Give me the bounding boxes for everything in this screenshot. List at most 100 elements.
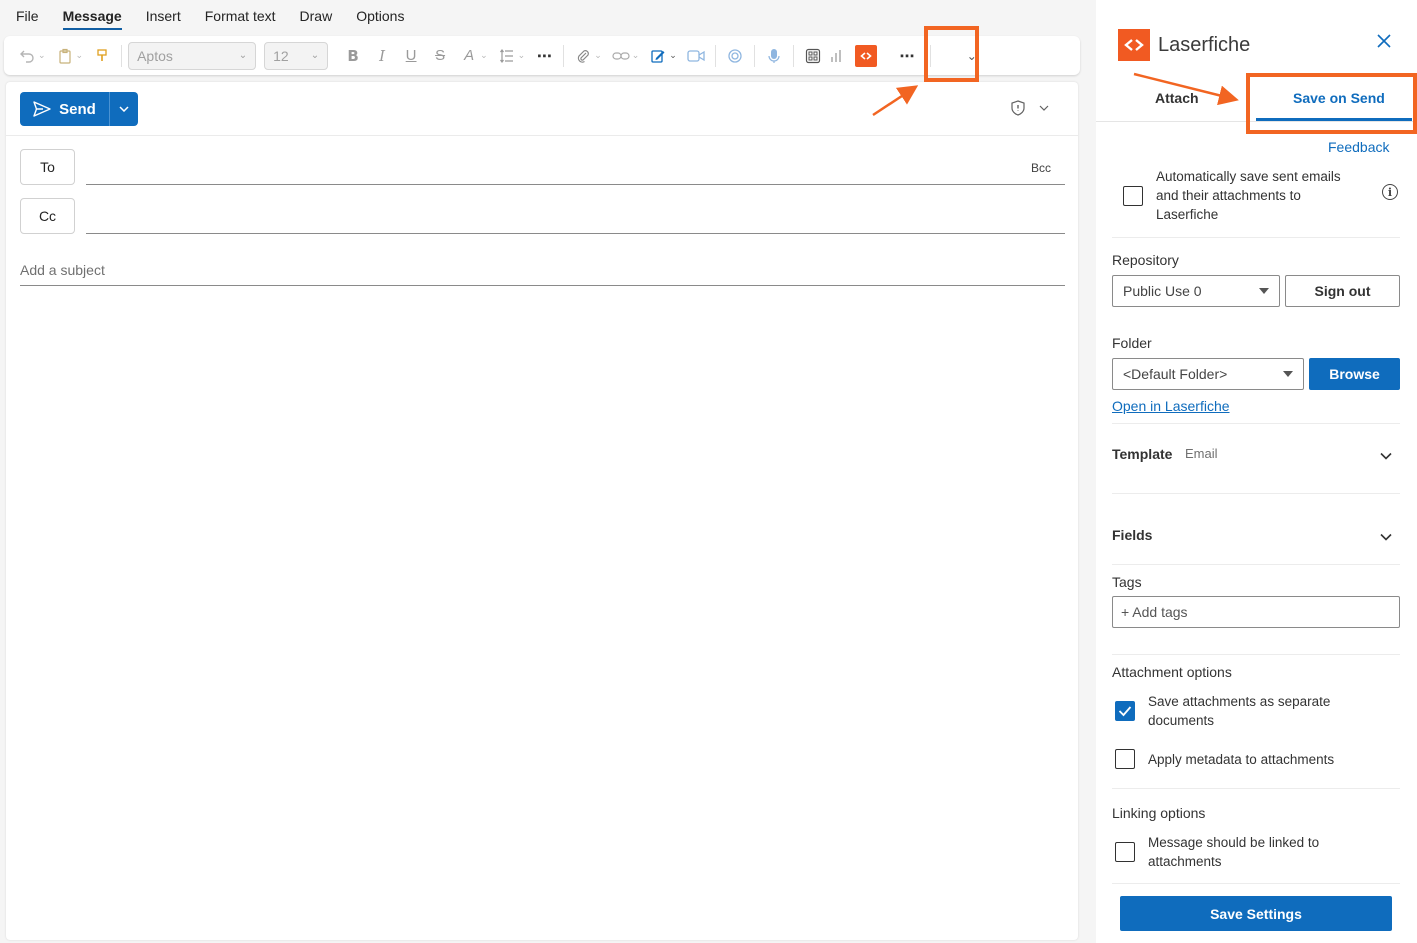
divider (1112, 654, 1400, 655)
line-spacing-icon[interactable] (494, 43, 520, 69)
font-size-select[interactable]: 12 ⌄ (264, 41, 329, 70)
laserfiche-ribbon-button[interactable] (846, 43, 886, 69)
repository-label: Repository (1112, 252, 1179, 268)
menu-insert[interactable]: Insert (146, 8, 181, 24)
tags-input[interactable]: + Add tags (1112, 596, 1400, 628)
divider (1112, 423, 1400, 424)
repository-select[interactable]: Public Use 0 (1112, 275, 1280, 307)
font-size-value: 12 (273, 47, 289, 64)
chevron-down-icon[interactable]: ⌄ (480, 50, 488, 61)
divider (753, 44, 755, 67)
menu-file[interactable]: File (16, 8, 39, 24)
link-icon[interactable] (608, 43, 634, 69)
feedback-link[interactable]: Feedback (1328, 139, 1389, 155)
save-settings-button[interactable]: Save Settings (1120, 896, 1392, 931)
italic-icon[interactable]: I (366, 43, 398, 69)
auto-save-label-line: and their attachments to (1156, 188, 1301, 203)
divider (714, 44, 716, 67)
menu-format-text[interactable]: Format text (205, 8, 276, 24)
chevron-down-icon[interactable] (1380, 533, 1392, 541)
menu-message[interactable]: Message (62, 8, 122, 30)
strikethrough-icon[interactable]: S (424, 43, 456, 69)
divider (1112, 883, 1400, 884)
chevron-down-icon[interactable]: ⌄ (76, 50, 84, 61)
highlight-box (924, 26, 979, 82)
tags-label: Tags (1112, 574, 1142, 590)
sensitivity-control[interactable] (1011, 100, 1049, 116)
send-icon (33, 101, 51, 117)
divider (121, 44, 123, 67)
chevron-down-icon[interactable]: ⌄ (632, 50, 640, 61)
apply-metadata-label: Apply metadata to attachments (1148, 752, 1335, 767)
format-painter-icon[interactable] (89, 43, 115, 69)
undo-icon[interactable] (14, 43, 40, 69)
highlight-icon[interactable]: A (456, 43, 482, 69)
close-icon[interactable] (1376, 33, 1392, 49)
tags-placeholder: + Add tags (1121, 604, 1188, 620)
chevron-down-icon[interactable]: ⌄ (594, 50, 602, 61)
to-button[interactable]: To (20, 149, 75, 185)
template-value: Email (1185, 446, 1218, 461)
sign-out-button[interactable]: Sign out (1285, 275, 1400, 307)
attachment-options-label: Attachment options (1112, 664, 1232, 680)
divider (1112, 237, 1400, 238)
linked-label-line: attachments (1148, 854, 1222, 869)
pane-header: Laserfiche (1118, 29, 1250, 61)
bold-icon[interactable]: B (340, 43, 366, 69)
info-icon[interactable]: i (1382, 184, 1398, 200)
folder-value: <Default Folder> (1123, 366, 1228, 382)
more-icon[interactable]: ⋯ (894, 43, 920, 69)
auto-save-label: Automatically save sent emails and their… (1156, 167, 1341, 224)
apply-metadata-checkbox[interactable] (1115, 749, 1135, 769)
meeting-icon[interactable] (683, 43, 709, 69)
font-name-select[interactable]: Aptos ⌄ (128, 41, 257, 70)
auto-save-checkbox[interactable] (1123, 186, 1143, 206)
save-separate-label-line: Save attachments as separate (1148, 694, 1331, 709)
highlight-box (1246, 73, 1417, 134)
send-label: Send (59, 100, 96, 118)
chevron-down-icon[interactable]: ⌄ (38, 50, 46, 61)
save-separate-label-line: documents (1148, 713, 1215, 728)
bcc-button[interactable]: Bcc (1031, 161, 1051, 175)
checkmark-icon (1118, 706, 1132, 717)
to-field[interactable] (86, 184, 1065, 185)
repository-value: Public Use 0 (1123, 283, 1202, 299)
folder-label: Folder (1112, 335, 1152, 351)
send-button[interactable]: Send (20, 92, 110, 126)
laserfiche-logo-icon (1118, 29, 1150, 61)
underline-icon[interactable]: U (398, 43, 424, 69)
apps-icon[interactable] (800, 43, 826, 69)
loop-icon[interactable] (722, 43, 748, 69)
chevron-down-icon (1039, 105, 1049, 111)
chevron-down-icon[interactable]: ⌄ (669, 50, 677, 61)
attach-icon[interactable] (570, 43, 596, 69)
save-separate-checkbox[interactable] (1115, 701, 1135, 721)
menu-options[interactable]: Options (356, 8, 404, 24)
dictate-icon[interactable] (761, 43, 787, 69)
ribbon-toolbar: ⌄ ⌄ Aptos ⌄ 12 ⌄ B I U S A ⌄ ⌄ ⋯ ⌄ ⌄ ⌄ ⋯… (4, 36, 1080, 75)
open-in-laserfiche-link[interactable]: Open in Laserfiche (1112, 398, 1230, 414)
tab-attach[interactable]: Attach (1155, 90, 1199, 106)
paste-icon[interactable] (52, 43, 78, 69)
signature-icon[interactable] (645, 43, 671, 69)
chevron-down-icon[interactable] (1380, 452, 1392, 460)
menu-draw[interactable]: Draw (300, 8, 333, 24)
divider (792, 44, 794, 67)
chevron-down-icon (119, 106, 129, 112)
linked-label: Message should be linked to attachments (1148, 833, 1319, 871)
linked-checkbox[interactable] (1115, 842, 1135, 862)
send-options-button[interactable] (110, 92, 138, 126)
caret-down-icon (1283, 371, 1293, 377)
cc-field[interactable] (86, 233, 1065, 234)
divider (6, 135, 1078, 136)
more-icon[interactable]: ⋯ (531, 43, 557, 69)
folder-select[interactable]: <Default Folder> (1112, 358, 1304, 390)
linked-label-line: Message should be linked to (1148, 835, 1320, 850)
chevron-down-icon[interactable]: ⌄ (518, 50, 526, 61)
cc-button[interactable]: Cc (20, 198, 75, 234)
insights-icon[interactable] (826, 43, 846, 69)
template-label: Template (1112, 446, 1173, 462)
subject-input[interactable]: Add a subject (20, 262, 105, 278)
pane-title: Laserfiche (1158, 33, 1251, 56)
browse-button[interactable]: Browse (1309, 358, 1400, 390)
